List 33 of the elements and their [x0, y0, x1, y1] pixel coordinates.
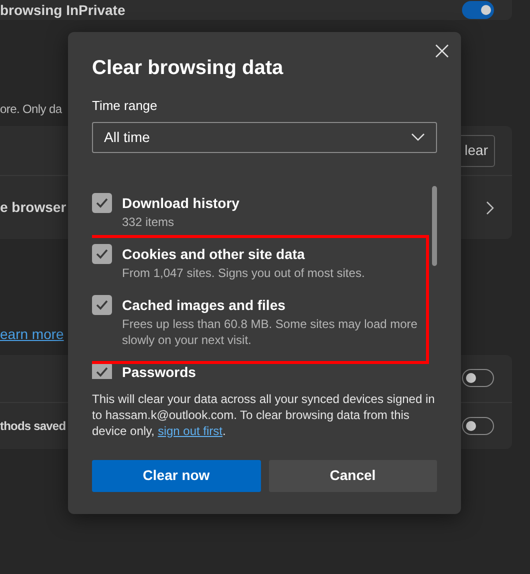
checkbox[interactable]	[92, 244, 112, 264]
learn-more-link[interactable]: earn more	[0, 326, 64, 342]
dialog-title: Clear browsing data	[92, 56, 284, 80]
option-title: Cookies and other site data	[122, 244, 306, 264]
checkmark-icon	[96, 300, 108, 310]
option-title: Passwords	[122, 362, 196, 378]
toggle-switch[interactable]	[462, 369, 494, 388]
cancel-button[interactable]: Cancel	[268, 460, 437, 492]
option-description: Frees up less than 60.8 MB. Some sites may load more slowly on your next visit.	[122, 316, 418, 348]
clear-now-button[interactable]: Clear now	[92, 460, 260, 492]
checkmark-icon	[96, 198, 108, 208]
sync-notice: This will clear your data across all your synced devices signed in to hassam.k@outlook.com. To clear browsing data from this device only, sign out first.	[92, 390, 436, 438]
option-description: From 1,047 sites. Signs you out of most sites.	[122, 264, 365, 280]
option-description: 332 items	[122, 214, 176, 230]
sign-out-link[interactable]: sign out first	[158, 424, 223, 438]
chevron-right-icon[interactable]	[486, 200, 494, 214]
checkbox[interactable]	[92, 192, 112, 212]
time-range-dropdown[interactable]: All time	[92, 122, 437, 152]
scrollbar-thumb[interactable]	[432, 186, 437, 266]
checkmark-icon	[96, 366, 108, 376]
checkmark-icon	[96, 248, 108, 258]
setting-label: e browser	[0, 198, 66, 217]
option-title: Download history	[122, 194, 240, 212]
toggle-switch[interactable]	[462, 1, 494, 19]
setting-label: browsing InPrivate	[0, 0, 126, 20]
field-label: Time range	[92, 97, 158, 115]
chevron-down-icon	[411, 133, 425, 141]
setting-label: thods saved	[0, 418, 66, 435]
checkbox[interactable]	[92, 294, 112, 314]
description-text: ore. Only da	[0, 101, 62, 118]
option-title: Cached images and files	[122, 296, 286, 314]
close-icon[interactable]	[433, 42, 451, 60]
toggle-switch[interactable]	[462, 416, 494, 435]
